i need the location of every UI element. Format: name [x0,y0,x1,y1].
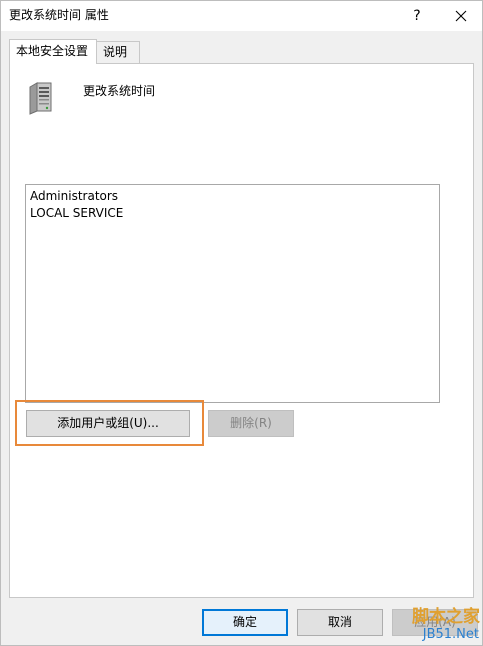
accounts-list[interactable]: Administrators LOCAL SERVICE [25,184,440,403]
help-button[interactable]: ? [397,1,437,31]
list-item[interactable]: LOCAL SERVICE [29,205,436,222]
tab-panel: 更改系统时间 Administrators LOCAL SERVICE 添加用户… [9,63,474,598]
window-title: 更改系统时间 属性 [9,8,109,22]
remove-button[interactable]: 删除(R) [208,410,294,437]
close-icon [455,10,467,22]
server-icon [27,81,55,118]
apply-button[interactable]: 应用(A) [392,609,478,636]
tab-explain[interactable]: 说明 [96,41,140,63]
properties-dialog: 更改系统时间 属性 ? 本地安全设置 说明 更改系统时间 Administrat… [0,0,483,646]
add-user-button[interactable]: 添加用户或组(U)... [26,410,190,437]
cancel-button[interactable]: 取消 [297,609,383,636]
tab-local-security-setting[interactable]: 本地安全设置 [9,39,97,64]
list-item[interactable]: Administrators [29,188,436,205]
policy-name: 更改系统时间 [83,84,156,98]
ok-button[interactable]: 确定 [202,609,288,636]
close-button[interactable] [441,1,481,31]
title-bar: 更改系统时间 属性 ? [1,1,482,31]
